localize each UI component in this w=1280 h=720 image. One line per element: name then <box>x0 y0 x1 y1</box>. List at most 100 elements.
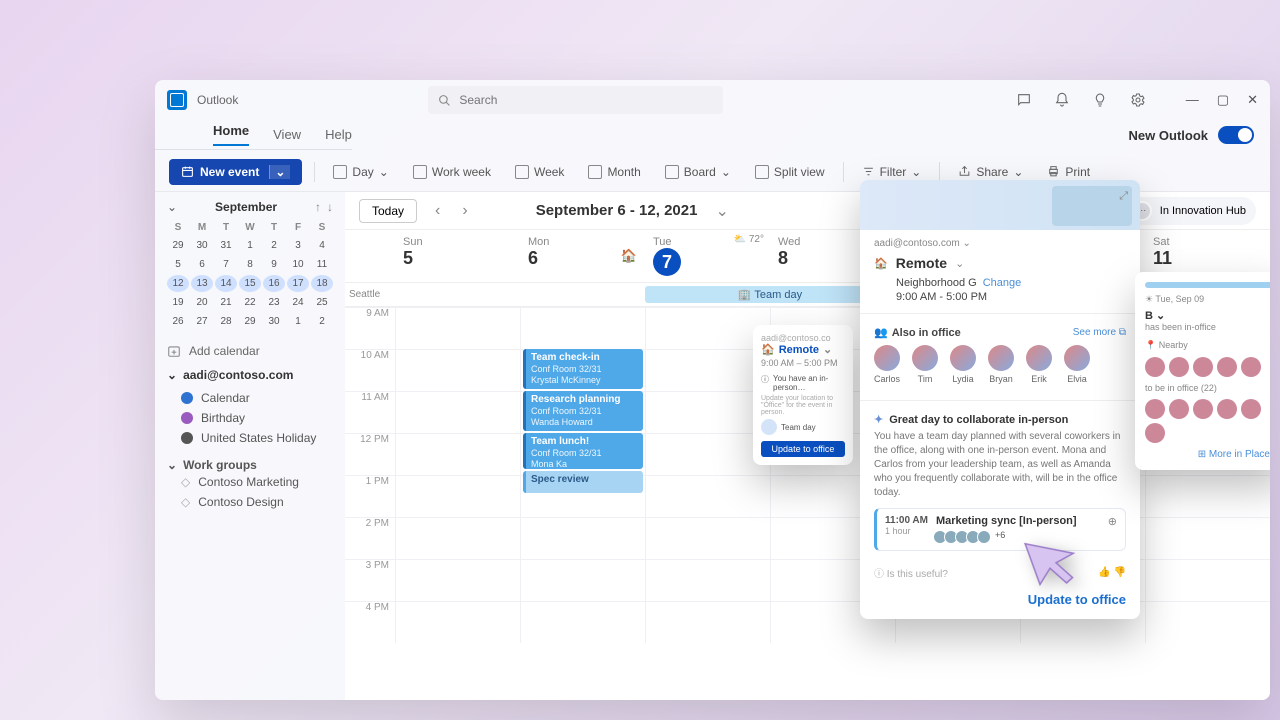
mini-cal-day[interactable]: 27 <box>191 313 213 330</box>
settings-icon[interactable] <box>1130 92 1146 108</box>
mini-cal-day[interactable]: 13 <box>191 275 213 292</box>
mini-cal-day[interactable]: 16 <box>263 275 285 292</box>
view-split[interactable]: Split view <box>749 161 831 183</box>
tab-help[interactable]: Help <box>325 127 352 142</box>
mini-cal-next[interactable]: ↓ <box>327 200 333 214</box>
person-avatar[interactable]: Erik <box>1026 345 1052 384</box>
calendar-item[interactable]: United States Holiday <box>167 428 333 448</box>
person-avatar[interactable]: Tim <box>912 345 938 384</box>
mini-cal-day[interactable]: 10 <box>287 256 309 273</box>
tips-icon[interactable] <box>1092 92 1108 108</box>
new-event-button[interactable]: New event ⌄ <box>169 159 302 185</box>
day-header[interactable]: Sun5 <box>395 230 520 282</box>
group-item[interactable]: ◇Contoso Design <box>167 492 333 512</box>
range-dropdown[interactable]: ⌄ <box>715 201 728 221</box>
add-person-icon[interactable]: ⊕ <box>1108 515 1117 528</box>
person-avatar[interactable]: Carlos <box>874 345 900 384</box>
mini-cal-day[interactable]: 12 <box>167 275 189 292</box>
maximize-button[interactable]: ▢ <box>1217 92 1229 108</box>
mini-cal-day[interactable]: 31 <box>215 237 237 254</box>
mini-cal-day[interactable]: 1 <box>287 313 309 330</box>
view-month[interactable]: Month <box>582 161 646 183</box>
mini-cal-day[interactable]: 7 <box>215 256 237 273</box>
more-in-places-link[interactable]: ⊞ More in Places <box>1145 449 1270 460</box>
mini-cal-day[interactable]: 11 <box>311 256 333 273</box>
team-day-banner[interactable]: 🏢 Team day <box>645 286 895 303</box>
mini-calendar[interactable]: SMTWTFS293031123456789101112131415161718… <box>167 220 333 330</box>
mini-cal-day[interactable]: 20 <box>191 294 213 311</box>
view-board[interactable]: Board⌄ <box>659 161 737 183</box>
mini-cal-day[interactable]: 23 <box>263 294 285 311</box>
day-column[interactable]: Team check-inConf Room 32/31Krystal McKi… <box>520 307 645 643</box>
thumbs-down[interactable]: 👎 <box>1114 567 1126 578</box>
expand-icon[interactable]: ⤢ <box>1119 190 1128 203</box>
minimize-button[interactable]: — <box>1186 92 1199 108</box>
calendar-event[interactable]: Team lunch!Conf Room 32/31Mona Ka <box>523 433 643 469</box>
mini-cal-day[interactable]: 15 <box>239 275 261 292</box>
mini-cal-day[interactable]: 6 <box>191 256 213 273</box>
account-header[interactable]: ⌄ aadi@contoso.com <box>167 368 333 382</box>
mini-cal-day[interactable]: 3 <box>287 237 309 254</box>
person-avatar[interactable]: Lydia <box>950 345 976 384</box>
mini-cal-day[interactable]: 22 <box>239 294 261 311</box>
view-workweek[interactable]: Work week <box>407 161 497 183</box>
new-outlook-toggle[interactable] <box>1218 126 1254 144</box>
mini-cal-day[interactable]: 26 <box>167 313 189 330</box>
work-groups-header[interactable]: ⌄ Work groups <box>167 458 333 472</box>
mini-cal-day[interactable]: 30 <box>263 313 285 330</box>
mini-cal-day[interactable]: 29 <box>239 313 261 330</box>
search-input[interactable] <box>459 93 713 107</box>
mini-cal-prev[interactable]: ↑ <box>315 200 321 214</box>
group-item[interactable]: ◇Contoso Marketing <box>167 472 333 492</box>
close-button[interactable]: ✕ <box>1247 92 1258 108</box>
tab-home[interactable]: Home <box>213 123 249 146</box>
mini-cal-day[interactable]: 17 <box>287 275 309 292</box>
today-button[interactable]: Today <box>359 199 417 223</box>
see-more-link[interactable]: See more ⧉ <box>1073 327 1126 338</box>
update-to-office-link[interactable]: Update to office <box>860 586 1140 619</box>
mini-cal-day[interactable]: 2 <box>263 237 285 254</box>
day-header[interactable]: ⛅ 72°Tue7 <box>645 230 770 282</box>
view-day[interactable]: Day⌄ <box>327 161 394 183</box>
next-week[interactable]: › <box>458 202 471 220</box>
mini-cal-chevron[interactable]: ⌄ <box>167 200 177 214</box>
mini-cal-day[interactable]: 24 <box>287 294 309 311</box>
new-event-dropdown[interactable]: ⌄ <box>269 165 290 179</box>
bell-icon[interactable] <box>1054 92 1070 108</box>
mini-cal-day[interactable]: 14 <box>215 275 237 292</box>
mini-cal-day[interactable]: 8 <box>239 256 261 273</box>
thumbs-up[interactable]: 👍 <box>1098 567 1110 578</box>
meeting-card[interactable]: 11:00 AM 1 hour Marketing sync [In-perso… <box>874 508 1126 551</box>
person-avatar[interactable]: Bryan <box>988 345 1014 384</box>
date-range[interactable]: September 6 - 12, 2021 <box>536 202 698 219</box>
chat-icon[interactable] <box>1016 92 1032 108</box>
mini-cal-day[interactable]: 19 <box>167 294 189 311</box>
mini-cal-day[interactable]: 1 <box>239 237 261 254</box>
mini-cal-day[interactable]: 21 <box>215 294 237 311</box>
mini-cal-day[interactable]: 9 <box>263 256 285 273</box>
tooltip-update-button[interactable]: Update to office <box>761 441 845 457</box>
calendar-event[interactable]: Team check-inConf Room 32/31Krystal McKi… <box>523 349 643 389</box>
mini-cal-day[interactable]: 5 <box>167 256 189 273</box>
search-box[interactable] <box>428 86 723 114</box>
tab-view[interactable]: View <box>273 127 301 142</box>
mini-cal-day[interactable]: 18 <box>311 275 333 292</box>
day-header[interactable]: Mon6🏠 <box>520 230 645 282</box>
view-week[interactable]: Week <box>509 161 570 183</box>
calendar-item[interactable]: Birthday <box>167 408 333 428</box>
calendar-event[interactable]: Research planningConf Room 32/31Wanda Ho… <box>523 391 643 431</box>
mini-cal-day[interactable]: 4 <box>311 237 333 254</box>
day-column[interactable] <box>645 307 770 643</box>
person-avatar[interactable]: Elvia <box>1064 345 1090 384</box>
prev-week[interactable]: ‹ <box>431 202 444 220</box>
mode-dropdown[interactable]: ⌄ <box>955 257 964 270</box>
mini-cal-day[interactable]: 2 <box>311 313 333 330</box>
mini-cal-day[interactable]: 29 <box>167 237 189 254</box>
calendar-item[interactable]: Calendar <box>167 388 333 408</box>
day-column[interactable] <box>395 307 520 643</box>
add-calendar[interactable]: Add calendar <box>167 344 333 358</box>
change-link[interactable]: Change <box>983 277 1022 289</box>
mini-cal-day[interactable]: 30 <box>191 237 213 254</box>
mini-cal-day[interactable]: 25 <box>311 294 333 311</box>
mini-cal-day[interactable]: 28 <box>215 313 237 330</box>
